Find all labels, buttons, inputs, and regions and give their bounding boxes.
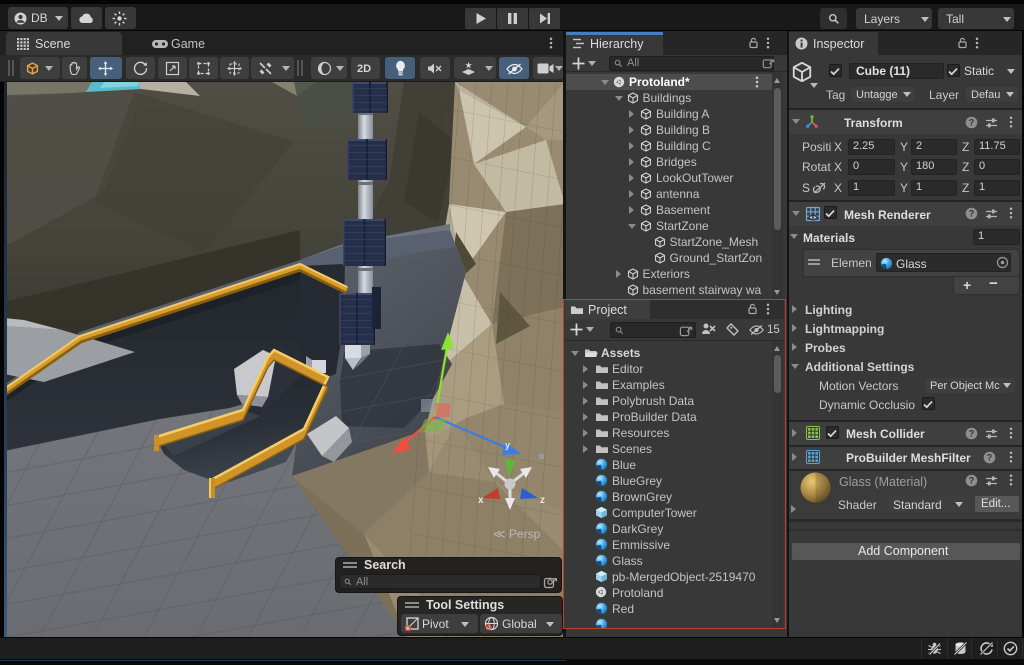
svg-text:?: ?: [969, 429, 975, 439]
svg-text:x: x: [478, 495, 484, 506]
svg-text:?: ?: [987, 453, 993, 463]
svg-text:y: y: [505, 440, 510, 450]
svg-text:z: z: [540, 495, 545, 506]
svg-text:?: ?: [969, 118, 975, 128]
svg-text:?: ?: [969, 209, 975, 219]
svg-text:?: ?: [969, 476, 975, 486]
svg-text:≪ Persp: ≪ Persp: [493, 527, 541, 541]
